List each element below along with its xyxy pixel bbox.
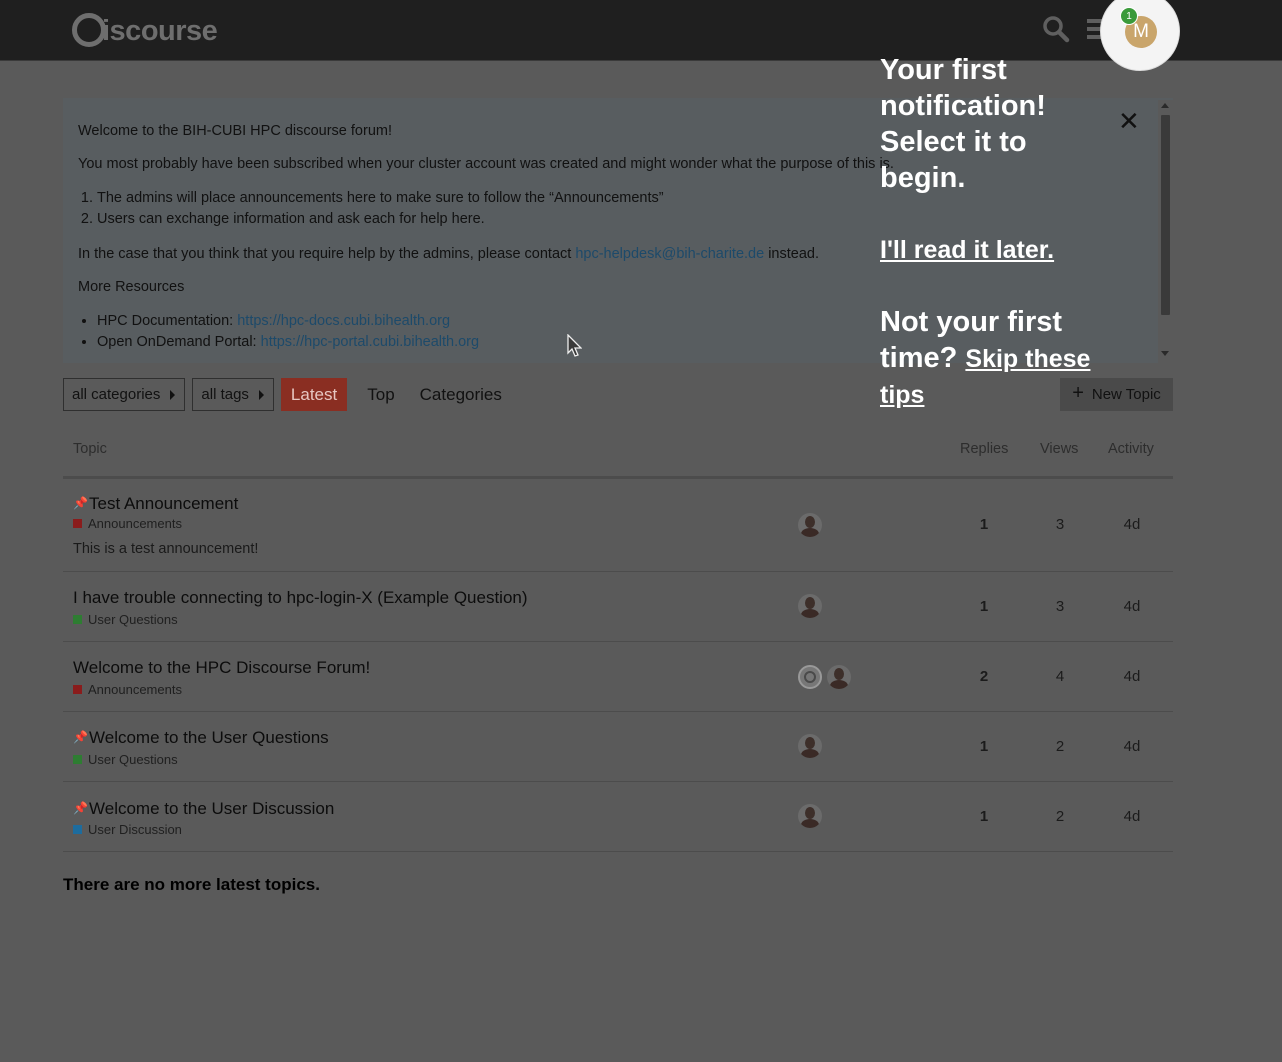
category-badge[interactable]: User Discussion	[73, 822, 182, 837]
no-more-topics: There are no more latest topics.	[63, 875, 320, 894]
topic-navigation: all categories all tags Latest Top Categ…	[63, 378, 512, 411]
category-color-box	[73, 615, 82, 624]
topic-title[interactable]: Welcome to the HPC Discourse Forum!	[73, 658, 370, 678]
replies-count: 2	[979, 668, 989, 685]
discourse-logo-icon	[72, 13, 106, 47]
avatar[interactable]	[798, 804, 822, 828]
category-color-box	[73, 685, 82, 694]
header-activity[interactable]: Activity	[1108, 441, 1154, 457]
pin-icon: 📌	[73, 730, 88, 744]
category-color-box	[73, 519, 82, 528]
views-count: 2	[1055, 808, 1065, 825]
header-replies[interactable]: Replies	[960, 441, 1008, 457]
table-row[interactable]: Welcome to the HPC Discourse Forum! Anno…	[63, 642, 1173, 712]
first-notification-tip: Your first notification! Select it to be…	[880, 52, 1140, 413]
views-count: 4	[1055, 668, 1065, 685]
scroll-up-icon[interactable]	[1161, 103, 1169, 108]
table-row[interactable]: 📌Welcome to the User Discussion User Dis…	[63, 782, 1173, 852]
topic-excerpt: This is a test announcement!	[73, 541, 259, 557]
tags-dropdown[interactable]: all tags	[192, 378, 274, 411]
skip-tips-link-continued[interactable]: tips	[880, 377, 1140, 413]
avatar[interactable]	[798, 513, 822, 537]
helpdesk-email-link[interactable]: hpc-helpdesk@bih-charite.de	[575, 246, 764, 262]
category-badge[interactable]: User Questions	[73, 752, 178, 767]
category-color-box	[73, 755, 82, 764]
pin-icon: 📌	[73, 801, 88, 815]
header-topic[interactable]: Topic	[73, 441, 107, 457]
replies-count: 1	[979, 598, 989, 615]
avatar[interactable]	[798, 734, 822, 758]
caret-right-icon	[258, 389, 264, 400]
activity-age[interactable]: 4d	[1112, 598, 1152, 615]
tab-latest[interactable]: Latest	[280, 378, 348, 411]
category-badge[interactable]: Announcements	[73, 682, 182, 697]
banner-scrollbar[interactable]	[1158, 100, 1173, 363]
topic-title[interactable]: 📌Welcome to the User Questions	[73, 728, 329, 748]
avatar[interactable]	[827, 665, 851, 689]
activity-age[interactable]: 4d	[1112, 668, 1152, 685]
avatar[interactable]	[798, 594, 822, 618]
replies-count: 1	[979, 516, 989, 533]
scroll-down-icon[interactable]	[1161, 351, 1169, 356]
categories-dropdown[interactable]: all categories	[63, 378, 186, 411]
table-row[interactable]: 📌Test Announcement Announcements This is…	[63, 478, 1173, 572]
topic-title[interactable]: 📌Welcome to the User Discussion	[73, 799, 334, 819]
replies-count: 1	[979, 808, 989, 825]
topic-title[interactable]: 📌Test Announcement	[73, 494, 238, 514]
skip-tips-link[interactable]: Skip these	[965, 345, 1090, 373]
activity-age[interactable]: 4d	[1112, 516, 1152, 533]
category-badge[interactable]: Announcements	[73, 516, 182, 531]
scroll-thumb[interactable]	[1161, 115, 1170, 315]
system-avatar[interactable]	[798, 665, 822, 689]
mouse-cursor-icon	[566, 333, 583, 363]
activity-age[interactable]: 4d	[1112, 808, 1152, 825]
pin-icon: 📌	[73, 496, 88, 510]
hpc-portal-link[interactable]: https://hpc-portal.cubi.bihealth.org	[261, 334, 479, 350]
table-row[interactable]: 📌Welcome to the User Questions User Ques…	[63, 712, 1173, 782]
read-later-link[interactable]: I'll read it later.	[880, 232, 1140, 268]
topic-list-header: Topic Replies Views Activity	[63, 440, 1173, 479]
views-count: 3	[1055, 516, 1065, 533]
site-logo[interactable]: iscourse	[72, 10, 218, 50]
tab-top[interactable]: Top	[357, 378, 404, 411]
search-icon[interactable]	[1042, 15, 1070, 48]
hpc-docs-link[interactable]: https://hpc-docs.cubi.bihealth.org	[237, 313, 450, 329]
activity-age[interactable]: 4d	[1112, 738, 1152, 755]
replies-count: 1	[979, 738, 989, 755]
header-views[interactable]: Views	[1040, 441, 1078, 457]
caret-right-icon	[170, 389, 176, 400]
category-color-box	[73, 825, 82, 834]
table-row[interactable]: I have trouble connecting to hpc-login-X…	[63, 572, 1173, 642]
notification-badge[interactable]: 1	[1120, 7, 1138, 25]
views-count: 3	[1055, 598, 1065, 615]
tab-categories[interactable]: Categories	[410, 378, 512, 411]
views-count: 2	[1055, 738, 1065, 755]
category-badge[interactable]: User Questions	[73, 612, 178, 627]
topic-title[interactable]: I have trouble connecting to hpc-login-X…	[73, 588, 528, 608]
